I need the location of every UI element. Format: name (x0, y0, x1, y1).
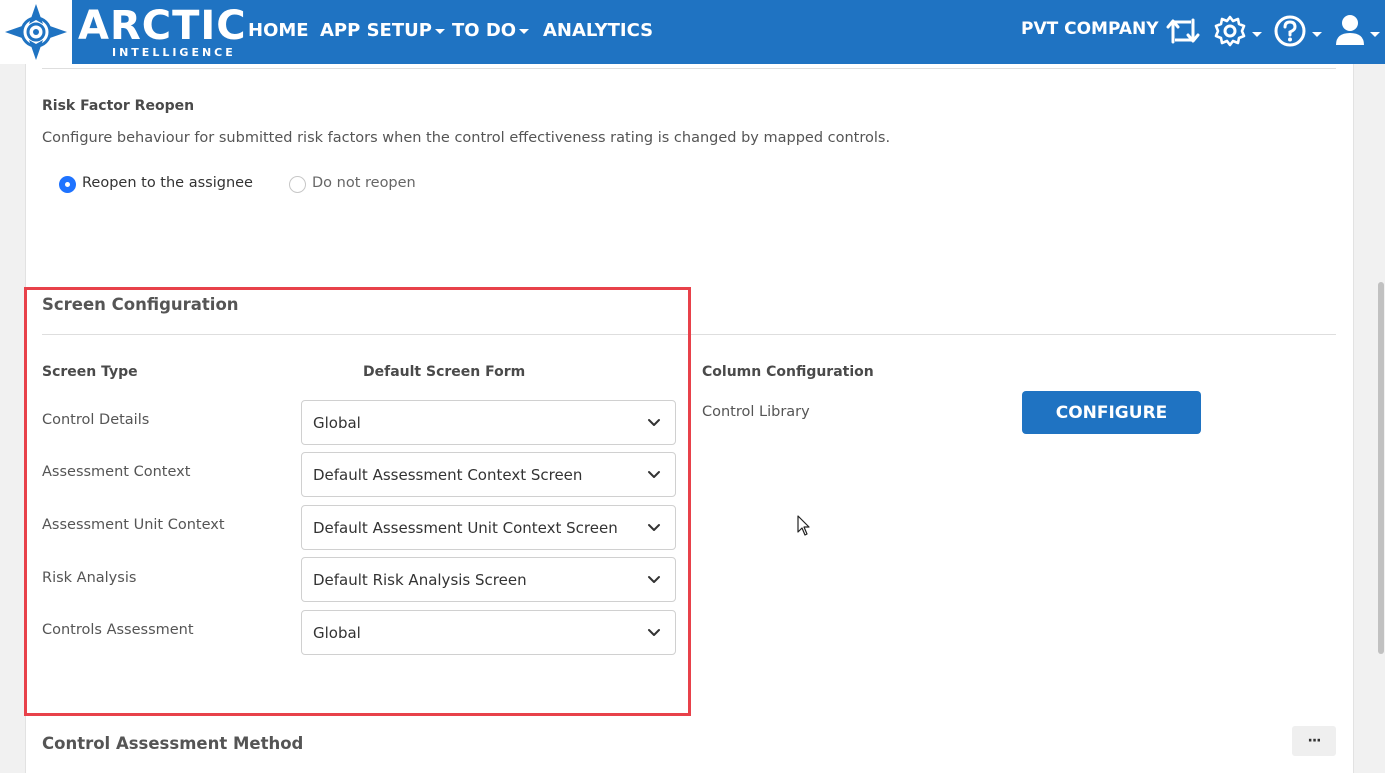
logo[interactable] (0, 0, 72, 64)
column-configuration-title: Column Configuration (702, 364, 874, 380)
gear-icon (1214, 15, 1246, 47)
compass-logo-icon (5, 4, 67, 60)
company-name[interactable]: PVT COMPANY (1021, 19, 1159, 39)
more-icon: ··· (1307, 733, 1322, 749)
caret-down-icon (434, 28, 445, 34)
configure-button[interactable]: CONFIGURE (1022, 391, 1201, 434)
scrollbar-thumb[interactable] (1378, 282, 1384, 654)
radio-do-not-reopen[interactable] (289, 176, 306, 193)
more-options-button[interactable]: ··· (1292, 726, 1336, 756)
control-library-label: Control Library (702, 404, 810, 420)
caret-down-icon (1312, 32, 1322, 37)
nav-app-setup[interactable]: APP SETUP (320, 20, 445, 42)
nav-app-setup-label: APP SETUP (320, 20, 432, 41)
brand[interactable]: ARCTIC INTELLIGENCE (78, 3, 247, 59)
caret-down-icon (1370, 32, 1380, 37)
caret-down-icon (1252, 32, 1262, 37)
user-menu[interactable] (1334, 13, 1380, 51)
radio-reopen-to-assignee[interactable] (59, 176, 76, 193)
help-icon (1274, 15, 1306, 47)
nav-analytics[interactable]: ANALYTICS (543, 20, 653, 42)
nav-home[interactable]: HOME (248, 20, 309, 42)
control-assessment-method-title: Control Assessment Method (42, 734, 304, 753)
brand-subtitle: INTELLIGENCE (112, 46, 236, 59)
help-menu[interactable] (1274, 14, 1322, 52)
top-navbar: ARCTIC INTELLIGENCE HOME APP SETUP TO DO… (0, 0, 1385, 64)
radio-do-not-reopen-label[interactable]: Do not reopen (312, 175, 416, 191)
brand-name: ARCTIC (78, 3, 247, 49)
settings-menu[interactable] (1214, 14, 1262, 52)
caret-down-icon (519, 28, 530, 34)
nav-to-do[interactable]: TO DO (452, 20, 530, 42)
risk-factor-reopen-title: Risk Factor Reopen (42, 98, 195, 114)
mouse-cursor-icon (797, 515, 810, 536)
nav-analytics-label: ANALYTICS (543, 20, 654, 41)
nav-home-label: HOME (248, 20, 309, 41)
switch-icon[interactable] (1165, 16, 1201, 46)
highlight-box (24, 287, 691, 716)
risk-factor-reopen-description: Configure behaviour for submitted risk f… (42, 130, 891, 146)
radio-reopen-to-assignee-label[interactable]: Reopen to the assignee (82, 175, 253, 191)
user-icon (1336, 15, 1364, 45)
divider (42, 68, 1336, 69)
nav-to-do-label: TO DO (452, 20, 517, 41)
